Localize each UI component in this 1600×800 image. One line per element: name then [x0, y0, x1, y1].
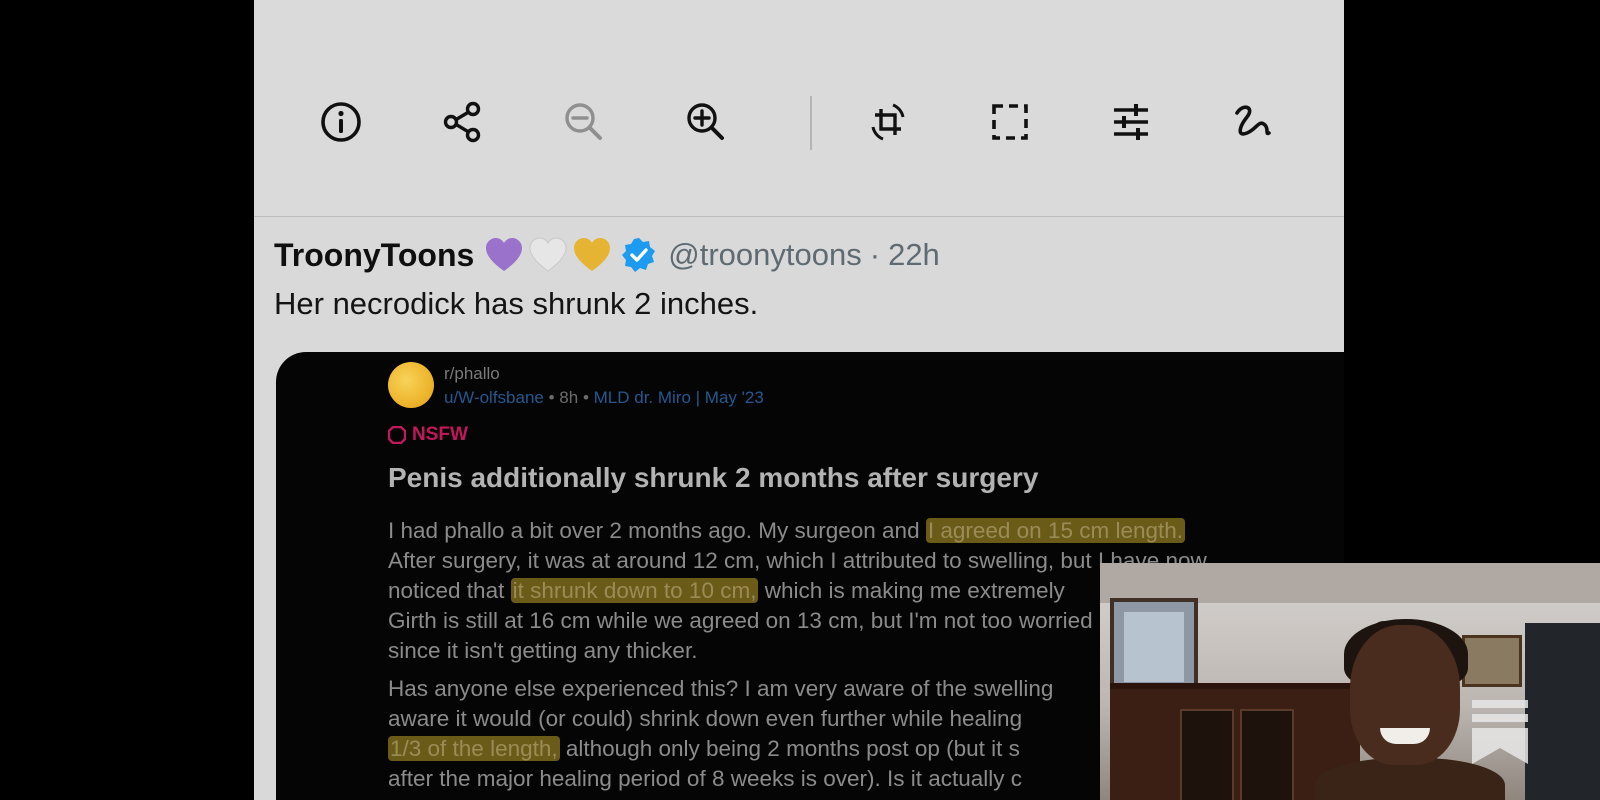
webcam-ceiling: [1100, 563, 1600, 603]
body-text: although only being 2 months post op (bu…: [559, 736, 1020, 761]
adjust-button[interactable]: [1103, 94, 1159, 150]
verified-badge-icon: [622, 238, 656, 272]
highlighted-text: 1/3 of the length,: [388, 736, 560, 761]
highlighted-text: I agreed on 15 cm length.: [925, 518, 1186, 543]
picture-canvas: [1124, 612, 1184, 682]
share-icon: [443, 101, 481, 143]
squiggle-pen-icon: [1235, 105, 1271, 136]
tweet-text: Her necrodick has shrunk 2 inches.: [274, 286, 759, 321]
nsfw-label: NSFW: [412, 424, 468, 445]
post-meta: u/W-olfsbane • 8h • MLD dr. Miro | May '…: [444, 388, 764, 408]
avatar: [388, 362, 434, 408]
zoom-out-icon: [565, 103, 602, 140]
nsfw-icon: [388, 426, 406, 444]
selection-icon: [992, 104, 1028, 140]
body-text: which is making me extremely: [758, 578, 1065, 603]
nsfw-tag: NSFW: [388, 424, 468, 446]
image-toolbar: [254, 0, 1344, 217]
tweet-timestamp[interactable]: 22h: [888, 237, 940, 273]
purple-heart-icon: [486, 238, 523, 271]
webcam-person-face: [1350, 625, 1460, 765]
sliders-icon: [1114, 104, 1148, 140]
body-text: I had phallo a bit over 2 months ago. My…: [388, 518, 926, 543]
body-text: noticed that: [388, 578, 511, 603]
select-button[interactable]: [982, 94, 1038, 150]
yellow-heart-icon: [574, 238, 611, 271]
post-username: u/W-olfsbane: [444, 388, 544, 407]
zoom-out-button[interactable]: [556, 94, 612, 150]
post-age: 8h: [559, 388, 579, 407]
highlighted-text: it shrunk down to 10 cm,: [510, 578, 759, 603]
tweet-author-name[interactable]: TroonyToons: [274, 237, 474, 274]
webcam-overlay: [1100, 563, 1600, 800]
webcam-wall-picture: [1110, 598, 1198, 696]
body-line: I had phallo a bit over 2 months ago. My…: [388, 516, 1344, 546]
tweet-header: TroonyToons @troonytoons · 22h: [274, 232, 940, 278]
webcam-window: [1525, 623, 1600, 800]
zoom-in-button[interactable]: [678, 94, 734, 150]
markup-button[interactable]: [1224, 94, 1280, 150]
substack-bookmark-icon[interactable]: [1470, 698, 1530, 768]
cabinet-door: [1180, 709, 1234, 800]
separator-dot: ·: [869, 237, 881, 272]
user-flair: MLD dr. Miro | May '23: [593, 388, 764, 407]
zoom-in-icon: [687, 103, 724, 140]
cabinet-door: [1240, 709, 1294, 800]
white-heart-icon: [529, 237, 567, 272]
crop-rotate-icon: [871, 103, 905, 141]
tweet-handle[interactable]: @troonytoons: [668, 237, 861, 273]
info-button[interactable]: [313, 94, 369, 150]
info-icon: [321, 102, 361, 142]
crop-rotate-button[interactable]: [860, 94, 916, 150]
share-button[interactable]: [434, 94, 490, 150]
meta-separator: •: [548, 388, 560, 407]
toolbar-divider: [810, 96, 812, 150]
subreddit-name: r/phallo: [444, 364, 500, 383]
post-title: Penis additionally shrunk 2 months after…: [388, 462, 1039, 493]
meta-separator: •: [582, 388, 594, 407]
webcam-wall-picture: [1462, 635, 1522, 687]
